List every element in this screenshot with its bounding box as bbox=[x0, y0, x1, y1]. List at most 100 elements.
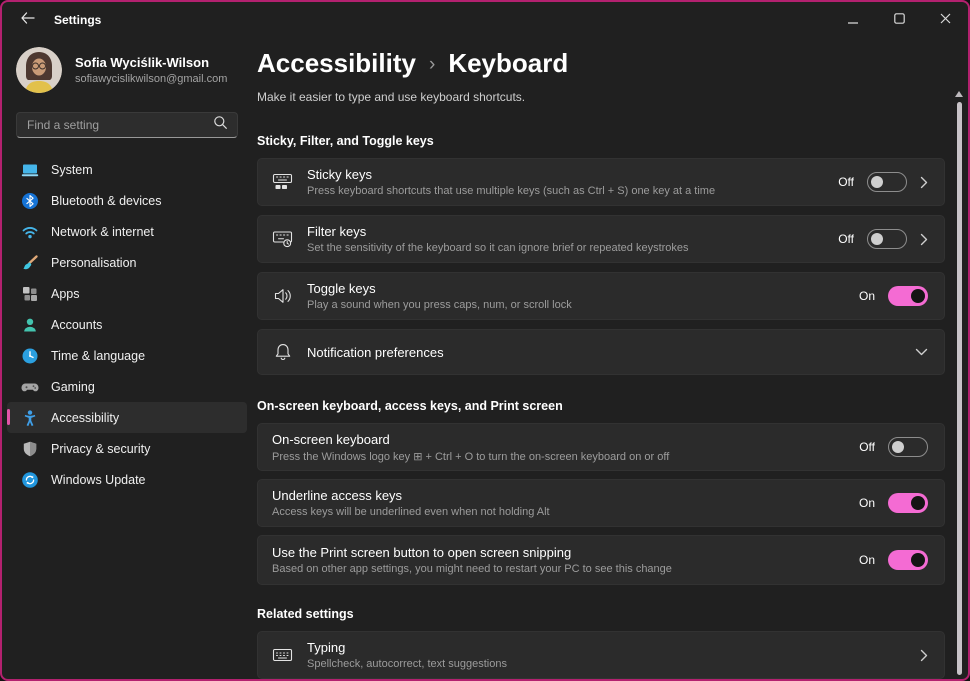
notification-preferences-row[interactable]: Notification preferences bbox=[257, 329, 945, 375]
breadcrumb-separator-icon: › bbox=[429, 54, 435, 76]
shield-icon bbox=[21, 440, 39, 458]
selected-indicator bbox=[7, 409, 10, 425]
chevron-right-icon[interactable] bbox=[920, 649, 928, 662]
breadcrumb-parent[interactable]: Accessibility bbox=[257, 48, 416, 79]
sidebar-item-accessibility[interactable]: Accessibility bbox=[7, 402, 247, 433]
sidebar-item-network-internet[interactable]: Network & internet bbox=[7, 216, 247, 247]
settings-window: Settings bbox=[0, 0, 970, 681]
maximize-button[interactable] bbox=[876, 2, 922, 38]
print-screen-snipping-row[interactable]: Use the Print screen button to open scre… bbox=[257, 535, 945, 585]
speaker-icon bbox=[272, 286, 293, 306]
sidebar-item-label: Accessibility bbox=[51, 411, 119, 425]
typing-row[interactable]: Typing Spellcheck, autocorrect, text sug… bbox=[257, 631, 945, 679]
sidebar-item-label: Windows Update bbox=[51, 473, 146, 487]
print-screen-snipping-description: Based on other app settings, you might n… bbox=[272, 563, 672, 575]
sticky-keys-toggle[interactable] bbox=[867, 172, 907, 192]
print-screen-snipping-toggle[interactable] bbox=[888, 550, 928, 570]
sidebar-item-gaming[interactable]: Gaming bbox=[7, 371, 247, 402]
close-button[interactable] bbox=[922, 2, 968, 38]
onscreen-keyboard-title: On-screen keyboard bbox=[272, 432, 669, 447]
underline-access-keys-toggle-label: On bbox=[859, 496, 875, 510]
paintbrush-icon bbox=[21, 254, 39, 272]
filter-keys-title: Filter keys bbox=[307, 224, 689, 239]
notification-preferences-title: Notification preferences bbox=[307, 345, 444, 360]
profile[interactable]: Sofia Wyciślik-Wilson sofiawycislikwilso… bbox=[16, 47, 252, 93]
sticky-keys-toggle-label: Off bbox=[838, 175, 854, 189]
sidebar-item-accounts[interactable]: Accounts bbox=[7, 309, 247, 340]
chevron-right-icon[interactable] bbox=[920, 233, 928, 246]
underline-access-keys-description: Access keys will be underlined even when… bbox=[272, 506, 550, 518]
search-box[interactable] bbox=[16, 112, 238, 138]
sidebar-item-windows-update[interactable]: Windows Update bbox=[7, 464, 247, 495]
sticky-keys-description: Press keyboard shortcuts that use multip… bbox=[307, 185, 715, 197]
sticky-keys-row[interactable]: Sticky keys Press keyboard shortcuts tha… bbox=[257, 158, 945, 206]
sticky-keys-icon bbox=[272, 172, 293, 192]
typing-title: Typing bbox=[307, 640, 507, 655]
toggle-keys-toggle-label: On bbox=[859, 289, 875, 303]
sidebar-item-label: Personalisation bbox=[51, 256, 136, 270]
titlebar: Settings bbox=[2, 2, 968, 38]
sidebar-item-apps[interactable]: Apps bbox=[7, 278, 247, 309]
profile-name: Sofia Wyciślik-Wilson bbox=[75, 55, 227, 70]
onscreen-keyboard-row[interactable]: On-screen keyboard Press the Windows log… bbox=[257, 423, 945, 471]
sticky-keys-title: Sticky keys bbox=[307, 167, 715, 182]
filter-keys-toggle[interactable] bbox=[867, 229, 907, 249]
underline-access-keys-toggle[interactable] bbox=[888, 493, 928, 513]
underline-access-keys-row[interactable]: Underline access keys Access keys will b… bbox=[257, 479, 945, 527]
back-arrow-icon bbox=[20, 11, 35, 29]
avatar bbox=[16, 47, 62, 93]
section-title-onscreen-access-print: On-screen keyboard, access keys, and Pri… bbox=[257, 399, 945, 413]
print-screen-snipping-toggle-label: On bbox=[859, 553, 875, 567]
apps-icon bbox=[21, 285, 39, 303]
underline-access-keys-title: Underline access keys bbox=[272, 488, 550, 503]
section-title-related-settings: Related settings bbox=[257, 607, 945, 621]
scrollbar-up-arrow-icon[interactable] bbox=[955, 91, 963, 97]
sidebar-item-label: Gaming bbox=[51, 380, 95, 394]
wifi-icon bbox=[21, 223, 39, 241]
sidebar-item-time-language[interactable]: Time & language bbox=[7, 340, 247, 371]
sidebar: Sofia Wyciślik-Wilson sofiawycislikwilso… bbox=[2, 38, 252, 679]
chevron-down-icon[interactable] bbox=[915, 348, 928, 356]
main-content: Accessibility › Keyboard Make it easier … bbox=[257, 38, 945, 681]
scrollbar-thumb[interactable] bbox=[957, 102, 962, 675]
profile-email: sofiawycislikwilson@gmail.com bbox=[75, 73, 227, 85]
toggle-keys-row[interactable]: Toggle keys Play a sound when you press … bbox=[257, 272, 945, 320]
filter-keys-description: Set the sensitivity of the keyboard so i… bbox=[307, 242, 689, 254]
back-button[interactable] bbox=[12, 7, 42, 33]
search-input[interactable] bbox=[27, 118, 213, 132]
bluetooth-icon bbox=[21, 192, 39, 210]
chevron-right-icon[interactable] bbox=[920, 176, 928, 189]
toggle-keys-description: Play a sound when you press caps, num, o… bbox=[307, 299, 572, 311]
sidebar-item-bluetooth-devices[interactable]: Bluetooth & devices bbox=[7, 185, 247, 216]
toggle-keys-title: Toggle keys bbox=[307, 281, 572, 296]
sidebar-nav: System Bluetooth & devices Network & int… bbox=[2, 154, 252, 495]
sidebar-item-label: Apps bbox=[51, 287, 80, 301]
sidebar-item-system[interactable]: System bbox=[7, 154, 247, 185]
sidebar-item-label: Bluetooth & devices bbox=[51, 194, 162, 208]
accessibility-icon bbox=[21, 409, 39, 427]
page-subtitle: Make it easier to type and use keyboard … bbox=[257, 90, 945, 104]
gamepad-icon bbox=[21, 378, 39, 396]
system-icon bbox=[21, 161, 39, 179]
sidebar-item-label: Accounts bbox=[51, 318, 102, 332]
keyboard-icon bbox=[272, 645, 293, 665]
sidebar-item-label: Network & internet bbox=[51, 225, 154, 239]
print-screen-snipping-title: Use the Print screen button to open scre… bbox=[272, 545, 672, 560]
onscreen-keyboard-toggle[interactable] bbox=[888, 437, 928, 457]
sidebar-item-label: Time & language bbox=[51, 349, 145, 363]
filter-keys-row[interactable]: Filter keys Set the sensitivity of the k… bbox=[257, 215, 945, 263]
onscreen-keyboard-toggle-label: Off bbox=[859, 440, 875, 454]
window-controls bbox=[830, 2, 968, 38]
search-icon bbox=[213, 115, 228, 135]
sidebar-item-personalisation[interactable]: Personalisation bbox=[7, 247, 247, 278]
bell-icon bbox=[272, 342, 293, 362]
minimize-icon bbox=[848, 11, 858, 29]
sidebar-item-label: Privacy & security bbox=[51, 442, 150, 456]
window-title: Settings bbox=[54, 13, 101, 27]
onscreen-keyboard-description: Press the Windows logo key ⊞ + Ctrl + O … bbox=[272, 450, 669, 463]
toggle-keys-toggle[interactable] bbox=[888, 286, 928, 306]
minimize-button[interactable] bbox=[830, 2, 876, 38]
breadcrumb: Accessibility › Keyboard bbox=[257, 48, 945, 79]
maximize-icon bbox=[894, 11, 905, 29]
sidebar-item-privacy-security[interactable]: Privacy & security bbox=[7, 433, 247, 464]
